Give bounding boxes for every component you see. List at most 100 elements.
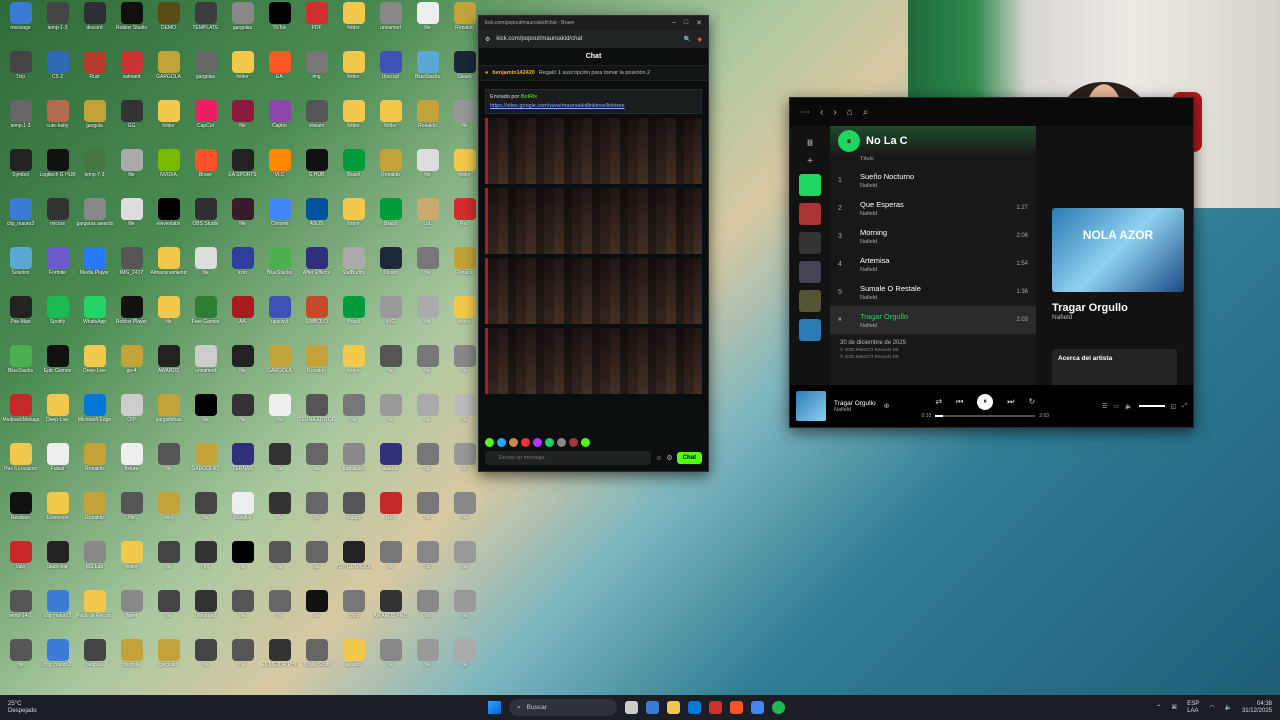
desktop-icon[interactable]: TERNAS <box>224 443 261 492</box>
desktop-icon[interactable]: Red <box>372 492 409 541</box>
playlist-tile[interactable] <box>799 174 821 196</box>
desktop-icon[interactable]: file <box>372 345 409 394</box>
desktop-icon[interactable]: Mundial <box>224 492 261 541</box>
desktop-icon[interactable]: Steam <box>372 247 409 296</box>
desktop-icon[interactable]: file <box>261 541 298 590</box>
desktop-icon[interactable]: CapCut <box>187 100 224 149</box>
maximize-icon[interactable]: □ <box>684 19 688 27</box>
desktop-icon[interactable]: 7zip <box>2 51 39 100</box>
repeat-icon[interactable]: ↻ <box>1028 397 1035 406</box>
desktop-icon[interactable]: file <box>372 639 409 688</box>
desktop-icon[interactable]: folder <box>113 541 150 590</box>
desktop-icon[interactable]: WhatsApp <box>76 296 113 345</box>
tray-overflow-icon[interactable]: ⌃ <box>1156 704 1161 711</box>
desktop-icon[interactable]: transicion <box>335 443 372 492</box>
desktop-icon[interactable]: gargola <box>113 639 150 688</box>
app-icon[interactable] <box>709 701 722 714</box>
desktop-icon[interactable]: micros <box>39 198 76 247</box>
emoji-icon[interactable]: ☺ <box>655 455 662 462</box>
back-icon[interactable]: ‹ <box>820 107 823 118</box>
emote-icon[interactable] <box>581 438 590 447</box>
desktop-icon[interactable]: file <box>409 296 446 345</box>
desktop-icon[interactable]: Pac-Man <box>2 296 39 345</box>
desktop-icon[interactable]: gargola <box>76 100 113 149</box>
pinned-user[interactable]: benjamin142420 <box>492 70 535 76</box>
volume-tray-icon[interactable]: 🔈 <box>1224 704 1231 711</box>
desktop-icon[interactable]: file <box>298 541 335 590</box>
desktop-icon[interactable]: file <box>409 590 446 639</box>
desktop-icon[interactable]: BlueStacks <box>261 247 298 296</box>
desktop-icon[interactable]: HIK <box>187 541 224 590</box>
start-icon[interactable] <box>488 701 501 714</box>
desktop-icon[interactable]: Fortnite <box>39 247 76 296</box>
desktop-icon[interactable]: folder <box>335 2 372 51</box>
emote-icon[interactable] <box>569 438 578 447</box>
track-row[interactable]: 2 Que Esperas Nafield 1:27 <box>830 194 1036 222</box>
desktop-icon[interactable]: file <box>372 541 409 590</box>
track-title[interactable]: Tragar Orgullo <box>860 312 998 321</box>
desktop-icon[interactable]: StatBuddy <box>335 247 372 296</box>
emote-icon[interactable] <box>557 438 566 447</box>
desktop-icon[interactable]: AWARDS PRO <box>372 590 409 639</box>
minimize-icon[interactable]: – <box>672 19 676 27</box>
desktop-icon[interactable]: icon <box>224 247 261 296</box>
desktop-icon[interactable]: Ronaldo <box>298 345 335 394</box>
desktop-icon[interactable]: GG <box>113 100 150 149</box>
desktop-icon[interactable]: CS 2 <box>39 51 76 100</box>
desktop-icon[interactable]: LoL <box>409 198 446 247</box>
emote-icon[interactable] <box>509 438 518 447</box>
desktop-icon[interactable]: file <box>335 394 372 443</box>
desktop-icon[interactable]: folder <box>335 345 372 394</box>
desktop-icon[interactable]: Brasil <box>372 198 409 247</box>
track-artist[interactable]: Nafield <box>860 295 998 301</box>
desktop-icon[interactable]: Microsoft Edge <box>76 394 113 443</box>
wifi-icon[interactable]: ◠ <box>1209 704 1214 711</box>
desktop-icon[interactable]: file <box>113 149 150 198</box>
desktop-icon[interactable]: Solution <box>2 247 39 296</box>
desktop-icon[interactable]: upscayl <box>261 296 298 345</box>
progress-bar[interactable] <box>935 414 1036 417</box>
playlist-play-button[interactable]: ⏸ <box>838 130 860 152</box>
spotify-icon[interactable] <box>772 701 785 714</box>
desktop-icon[interactable]: comp <box>335 590 372 639</box>
emote-icon[interactable] <box>545 438 554 447</box>
desktop-icon[interactable]: folder <box>372 100 409 149</box>
track-artist[interactable]: Nafield <box>860 267 998 273</box>
desktop-icon[interactable]: AWARDS <box>150 345 187 394</box>
queue-icon[interactable]: ☰ <box>1102 403 1107 410</box>
desktop-icon[interactable]: ASUS <box>298 198 335 247</box>
settings-icon[interactable]: ⚙ <box>666 454 672 462</box>
desktop-icon[interactable]: folder <box>224 51 261 100</box>
desktop-icon[interactable]: DEMO <box>150 2 187 51</box>
desktop-icon[interactable]: clip_mauro3 <box>2 198 39 247</box>
desktop-icon[interactable]: file <box>150 296 187 345</box>
desktop-icon[interactable]: GARGOLA <box>261 345 298 394</box>
track-row[interactable]: 4 Artemisa Nafield 1:54 <box>830 250 1036 278</box>
close-icon[interactable]: ✕ <box>696 19 702 27</box>
desktop-icon[interactable]: clip_mauro2 <box>39 639 76 688</box>
desktop-icon[interactable]: file <box>150 443 187 492</box>
desktop-icon[interactable]: AA <box>224 296 261 345</box>
desktop-icon[interactable]: file <box>409 639 446 688</box>
desktop-icon[interactable]: img <box>298 51 335 100</box>
desktop-icon[interactable]: Spotify <box>39 296 76 345</box>
desktop-icon[interactable]: flayer <box>113 590 150 639</box>
desktop-icon[interactable]: clip_mauro2 <box>39 590 76 639</box>
desktop-icon[interactable]: unnamed <box>372 2 409 51</box>
brave-shield-icon[interactable]: ◆ <box>697 36 702 43</box>
player-title[interactable]: Tragar Orgullo <box>834 400 876 407</box>
desktop-icon[interactable]: Pes 6 Locazos <box>2 443 39 492</box>
desktop-icon[interactable]: Brasil <box>335 296 372 345</box>
track-row[interactable]: 1 Sueño Nocturno Nafield <box>830 166 1036 194</box>
volume-slider[interactable] <box>1138 405 1165 407</box>
desktop-icon[interactable]: Travis Scott <box>298 639 335 688</box>
site-info-icon[interactable]: ⚙ <box>485 36 490 43</box>
desktop-icon[interactable]: stream <box>298 100 335 149</box>
desktop-icon[interactable]: fixture <box>113 443 150 492</box>
track-artist[interactable]: Nafield <box>860 211 998 217</box>
url-text[interactable]: kick.com/popout/mauroakid/chat <box>496 36 678 42</box>
playlist-tile[interactable] <box>799 319 821 341</box>
desktop-icon[interactable]: file <box>409 541 446 590</box>
home-icon[interactable]: ⌂ <box>847 107 853 118</box>
desktop-icon[interactable]: awards <box>372 443 409 492</box>
